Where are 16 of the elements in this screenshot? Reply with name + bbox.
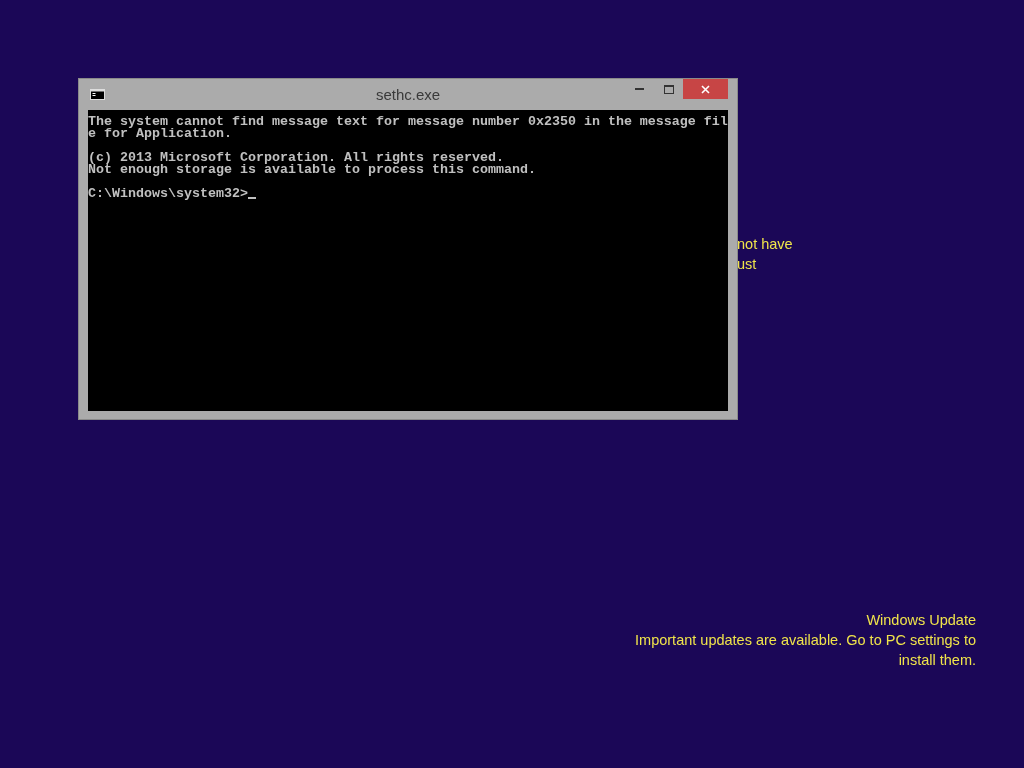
notification-title: Windows Update [866,611,976,630]
background-text: not have [737,235,793,254]
console-icon [90,89,105,100]
minimize-icon [635,88,644,90]
background-text: ust [737,255,758,274]
console-line: e for Application. [88,128,232,140]
command-prompt[interactable]: C:\Windows\system32> [88,188,248,200]
text-cursor [247,197,256,199]
close-icon [701,84,710,94]
console-line: The system cannot find message text for message number 0x2350 in the message fil [88,116,728,128]
notification-message: Important updates are available. Go to PC settings to install them. [634,631,976,670]
window-title: sethc.exe [375,86,441,103]
close-button[interactable] [683,79,728,99]
maximize-icon [663,84,674,94]
console-line: Not enough storage is available to process this command. [88,164,536,176]
console-line: (c) 2013 Microsoft Corporation. All rights reserved. [88,152,504,164]
